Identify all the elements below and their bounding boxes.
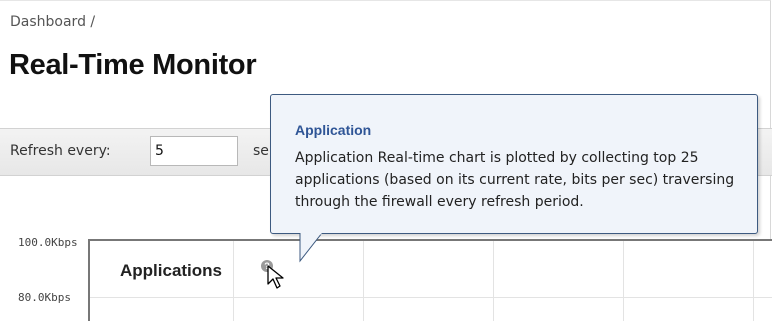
applications-chart: Applications ? bbox=[88, 239, 772, 321]
refresh-interval-input[interactable] bbox=[150, 136, 238, 166]
grid-line bbox=[623, 241, 624, 321]
application-tooltip: Application Application Real-time chart … bbox=[270, 94, 758, 234]
breadcrumb[interactable]: Dashboard / bbox=[10, 14, 95, 30]
grid-line bbox=[90, 297, 772, 298]
page-title: Real-Time Monitor bbox=[9, 49, 257, 81]
grid-line bbox=[753, 241, 754, 321]
tooltip-title: Application bbox=[295, 122, 372, 138]
y-tick-label: 100.0Kbps bbox=[18, 236, 78, 249]
grid-line bbox=[233, 241, 234, 321]
tooltip-body: Application Real-time chart is plotted b… bbox=[295, 150, 735, 210]
pointer-cursor-icon bbox=[267, 265, 284, 289]
y-tick-label: 80.0Kbps bbox=[18, 291, 71, 304]
grid-line bbox=[363, 241, 364, 321]
grid-line bbox=[493, 241, 494, 321]
chart-title: Applications bbox=[120, 261, 223, 280]
tooltip-pointer bbox=[299, 233, 323, 263]
refresh-label: Refresh every: bbox=[10, 143, 111, 159]
refresh-unit-label: se bbox=[253, 143, 269, 159]
